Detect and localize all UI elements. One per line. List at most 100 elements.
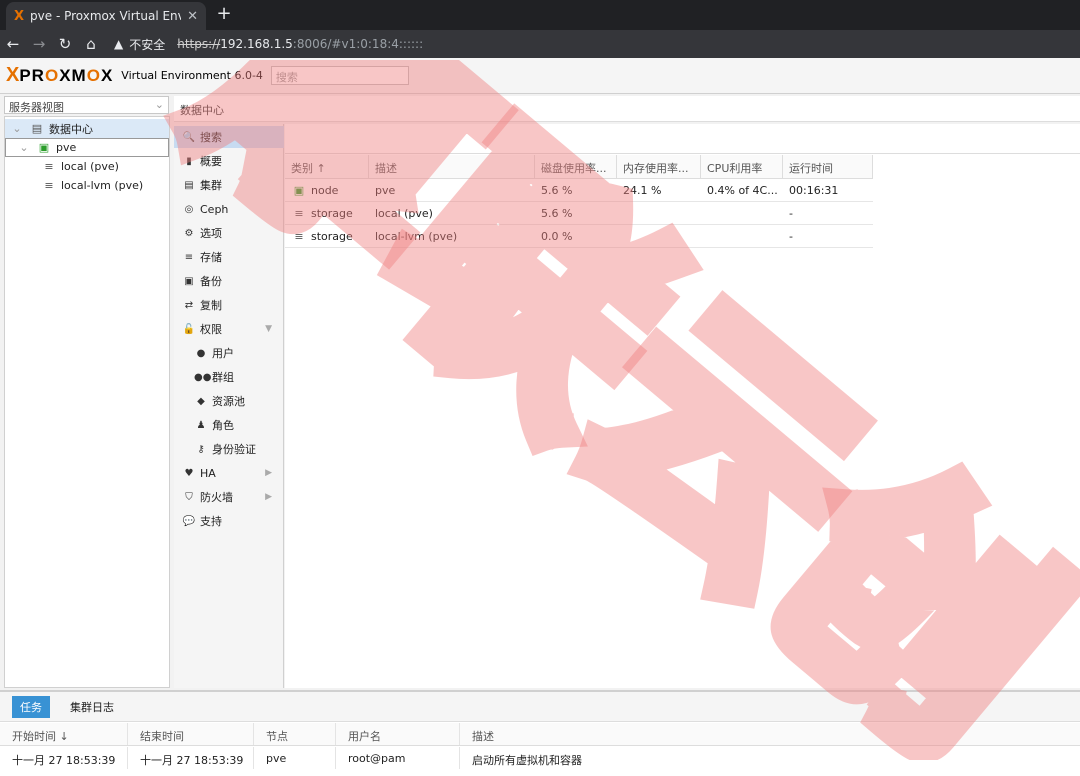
menu-item-6[interactable]: ▣ 备份 xyxy=(174,270,284,292)
database-icon: ≡ xyxy=(44,160,54,173)
home-icon[interactable]: ⌂ xyxy=(78,35,104,53)
menu-item-label: 搜索 xyxy=(200,131,222,144)
menu-item-1[interactable]: ▮ 概要 xyxy=(174,150,284,172)
menu-item-8[interactable]: 🔓 权限 ▼ xyxy=(174,318,284,340)
address-bar: ← → ↻ ⌂ ▲ 不安全 https:// 192.168.1.5 :8006… xyxy=(0,30,1080,58)
menu-item-2[interactable]: ▤ 集群 xyxy=(174,174,284,196)
menu-item-16[interactable]: 💬 支持 xyxy=(174,510,284,532)
column-header-description[interactable]: 描述 xyxy=(460,723,1080,745)
column-header-start-time[interactable]: 开始时间 ↓ xyxy=(0,723,128,745)
tab-cluster-log[interactable]: 集群日志 xyxy=(62,696,122,718)
cell-description: local-lvm (pve) xyxy=(375,230,458,243)
database-icon: ≡ xyxy=(44,179,54,192)
tree-item-storage-local[interactable]: ≡ local (pve) xyxy=(5,157,169,176)
heartbeat-icon: ♥ xyxy=(184,467,194,479)
tree-item-label: local-lvm (pve) xyxy=(61,179,144,192)
tree-item-label: local (pve) xyxy=(61,160,119,173)
search-input[interactable]: 搜索 xyxy=(270,66,409,85)
menu-item-15[interactable]: ⛉ 防火墙 ▶ xyxy=(174,486,284,508)
logo-text: PROXMOX xyxy=(19,66,113,86)
menu-item-7[interactable]: ⇄ 复制 xyxy=(174,294,284,316)
menu-item-12[interactable]: ♟ 角色 xyxy=(174,414,284,436)
column-header-cpu[interactable]: CPU利用率 xyxy=(701,155,783,179)
menu-item-label: 复制 xyxy=(200,299,222,312)
forward-icon[interactable]: → xyxy=(26,35,52,53)
chevron-right-icon: ▶ xyxy=(265,468,272,478)
menu-item-5[interactable]: ≡ 存储 xyxy=(174,246,284,268)
tree-item-label: pve xyxy=(56,141,77,154)
shield-icon: ⛉ xyxy=(185,491,193,503)
tab-title: pve - Proxmox Virtual Environm xyxy=(30,9,181,23)
expand-icon: ⌄ xyxy=(19,141,29,154)
tree-item-node-pve[interactable]: ⌄ ▣ pve xyxy=(5,138,169,157)
cell-cpu: 0.4% of 4C... xyxy=(707,184,778,197)
menu-item-14[interactable]: ♥ HA ▶ xyxy=(174,462,284,484)
column-header-uptime[interactable]: 运行时间 xyxy=(783,155,873,179)
view-selector[interactable]: 服务器视图 ⌄ xyxy=(4,96,169,114)
back-icon[interactable]: ← xyxy=(0,35,26,53)
column-header-memory[interactable]: 内存使用率... xyxy=(617,155,701,179)
menu-item-9[interactable]: ● 用户 xyxy=(174,342,284,364)
close-icon[interactable]: ✕ xyxy=(187,9,198,24)
menu-item-label: 选项 xyxy=(200,227,222,240)
task-grid-header: 开始时间 ↓ 结束时间 节点 用户名 描述 xyxy=(0,723,1080,746)
menu-item-0[interactable]: 🔍 搜索 xyxy=(174,126,284,148)
cell-type-text: node xyxy=(311,184,339,197)
logo-x: X xyxy=(6,64,20,86)
cell-description: 启动所有虚拟机和容器 xyxy=(472,754,582,767)
chevron-right-icon: ▶ xyxy=(265,492,272,502)
node-online-icon: ▣ xyxy=(293,184,305,197)
menu-item-10[interactable]: ●● 群组 xyxy=(174,366,284,388)
menu-item-11[interactable]: ◆ 资源池 xyxy=(174,390,284,412)
browser-tab[interactable]: X pve - Proxmox Virtual Environm ✕ xyxy=(6,2,206,30)
cell-start-time: 十一月 27 18:53:39 xyxy=(0,747,128,769)
column-header-description[interactable]: 描述 xyxy=(369,155,535,179)
comments-icon: 💬 xyxy=(182,515,196,527)
table-row[interactable]: ≡ storage local (pve) 5.6 % - xyxy=(285,203,873,225)
datacenter-menu: 🔍 搜索 ▮ 概要 ▤ 集群 ◎ Ceph ⚙ 选项 ≡ 存储 ▣ 备份 ⇄ 复制 🔓 权限 ▼ ● 用户 ●● 群组 ◆ 资源… xyxy=(174,124,284,688)
cell-uptime: - xyxy=(789,230,793,243)
tab-tasks[interactable]: 任务 xyxy=(12,695,50,718)
new-tab-button[interactable]: + xyxy=(214,4,234,24)
logo-end: X xyxy=(100,65,114,85)
menu-item-3[interactable]: ◎ Ceph xyxy=(174,198,284,220)
task-row[interactable]: 十一月 27 18:53:39 十一月 27 18:53:39 pve root… xyxy=(0,747,1080,769)
logo-mid: XM xyxy=(59,65,87,85)
cell-type: ≡ storage xyxy=(285,226,369,248)
tree-item-storage-local-lvm[interactable]: ≡ local-lvm (pve) xyxy=(5,176,169,195)
menu-item-label: 防火墙 xyxy=(200,491,233,504)
column-header-disk[interactable]: 磁盘使用率... xyxy=(535,155,617,179)
url-field[interactable]: ▲ 不安全 https:// 192.168.1.5 :8006/#v1:0:1… xyxy=(114,36,423,53)
column-header-type[interactable]: 类别 ↑ xyxy=(285,155,369,179)
cell-cpu xyxy=(701,203,783,225)
resource-tree: ⌄ ▤ 数据中心 ⌄ ▣ pve ≡ local (pve) ≡ local-l… xyxy=(4,116,170,688)
logo-o2: O xyxy=(86,65,101,85)
floppy-icon: ▣ xyxy=(184,275,194,287)
menu-item-label: 用户 xyxy=(212,347,234,360)
cell-memory: 24.1 % xyxy=(623,184,662,197)
column-header-username[interactable]: 用户名 xyxy=(336,723,460,745)
cell-type-text: storage xyxy=(311,230,353,243)
cell-username: root@pam xyxy=(336,747,460,769)
tree-item-datacenter[interactable]: ⌄ ▤ 数据中心 xyxy=(5,119,169,138)
reload-icon[interactable]: ↻ xyxy=(52,35,78,53)
proxmox-favicon-icon: X xyxy=(14,8,25,24)
database-icon: ≡ xyxy=(184,251,194,263)
column-header-end-time[interactable]: 结束时间 xyxy=(128,723,254,745)
user-icon: ● xyxy=(196,347,206,359)
menu-item-label: 存储 xyxy=(200,251,222,264)
column-header-node[interactable]: 节点 xyxy=(254,723,336,745)
logo-o1: O xyxy=(44,65,60,85)
menu-item-4[interactable]: ⚙ 选项 xyxy=(174,222,284,244)
menu-item-label: HA xyxy=(200,466,216,480)
task-tabs: 任务 集群日志 xyxy=(0,692,1080,722)
book-icon: ▮ xyxy=(186,155,192,167)
menu-item-label: 权限 xyxy=(200,323,222,336)
cell-type: ▣ node xyxy=(285,180,369,202)
menu-item-label: 角色 xyxy=(212,419,234,432)
table-row[interactable]: ▣ node pve 5.6 % 24.1 % 0.4% of 4C... 00:… xyxy=(285,180,873,202)
menu-item-13[interactable]: ⚷ 身份验证 xyxy=(174,438,284,460)
cell-disk: 0.0 % xyxy=(541,230,573,243)
table-row[interactable]: ≡ storage local-lvm (pve) 0.0 % - xyxy=(285,226,873,248)
gear-icon: ⚙ xyxy=(184,227,194,239)
